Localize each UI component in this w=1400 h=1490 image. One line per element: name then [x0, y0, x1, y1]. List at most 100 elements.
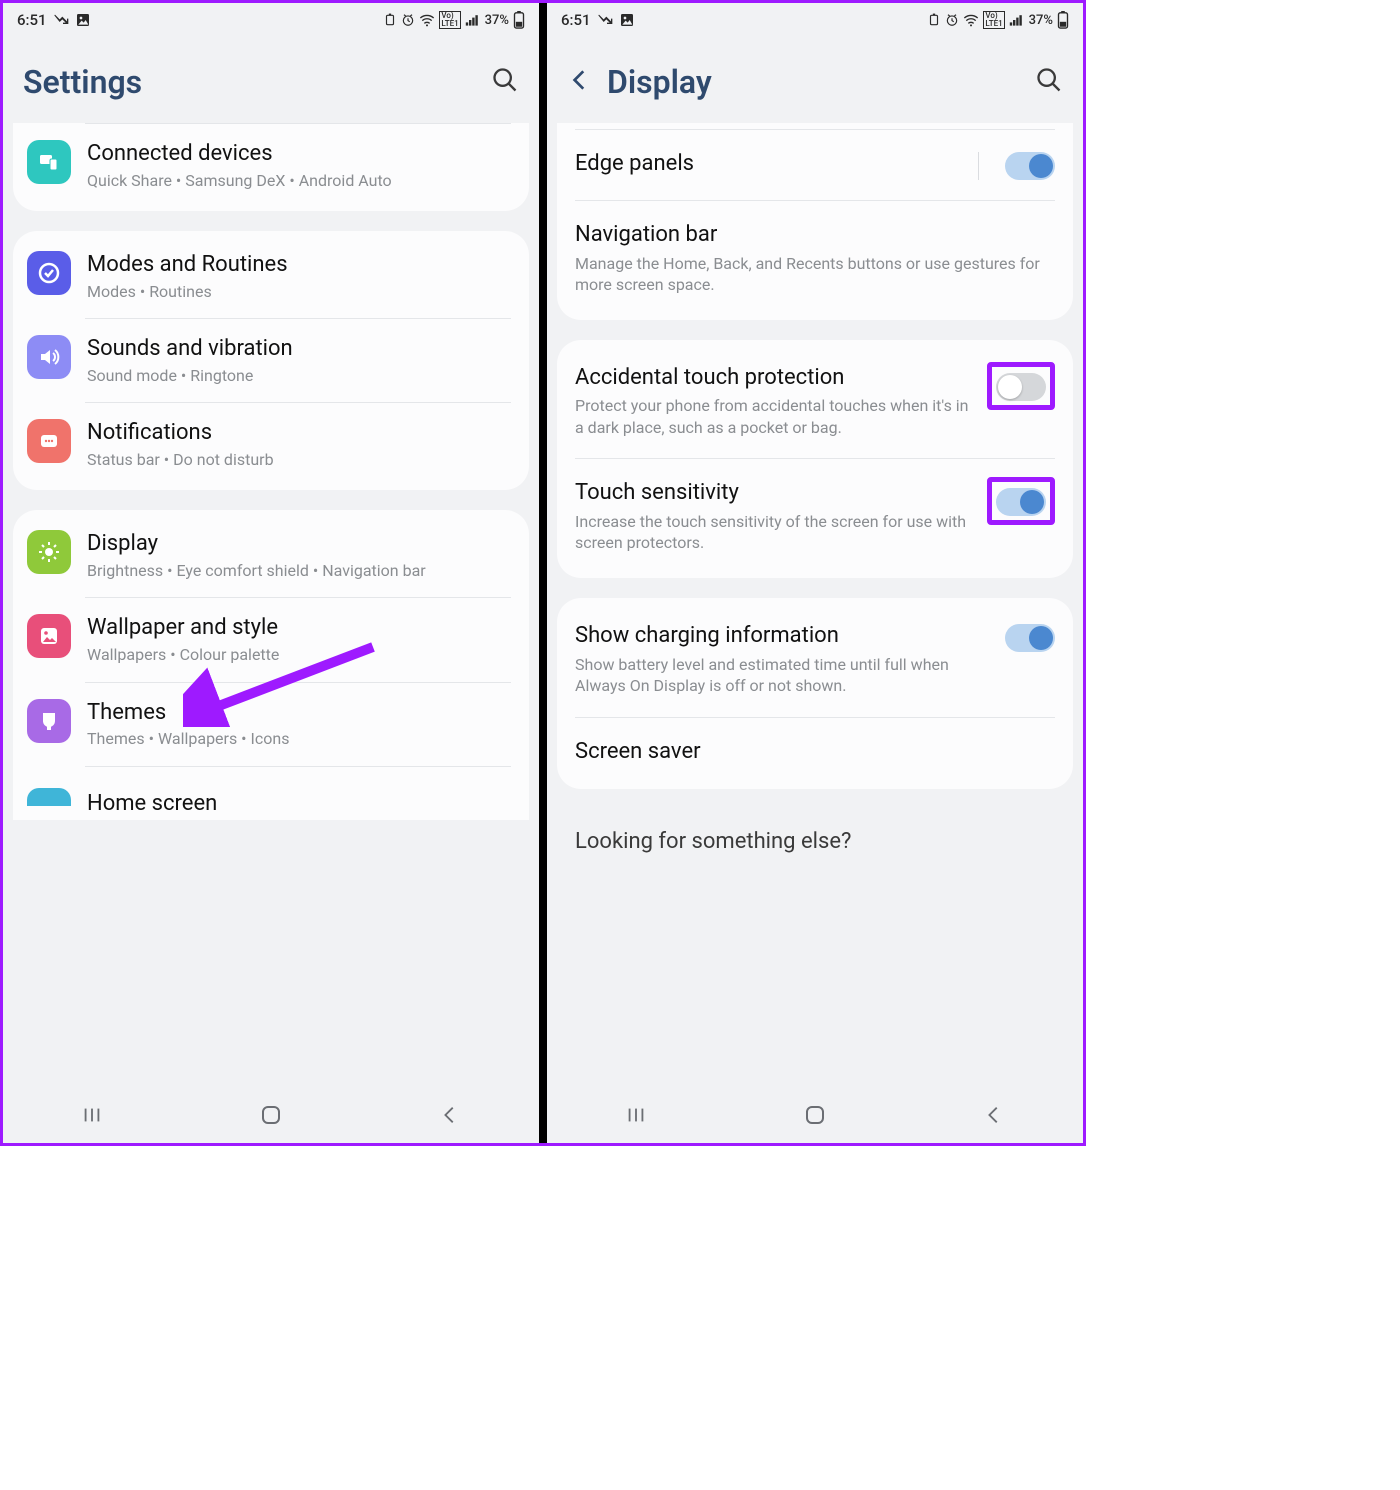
settings-item-sub: Modes • Routines — [87, 281, 511, 303]
toggle-touch-sensitivity[interactable] — [996, 488, 1046, 516]
toggle-charging-info[interactable] — [1005, 624, 1055, 652]
settings-item-sub: Show battery level and estimated time un… — [575, 654, 991, 697]
settings-item-title: Themes — [87, 699, 511, 727]
settings-item-title: Touch sensitivity — [575, 479, 973, 507]
alarm-icon — [927, 13, 941, 27]
missed-call-icon — [53, 12, 69, 28]
settings-group: Edge panels Navigation bar Manage the Ho… — [557, 123, 1073, 320]
volume-icon — [27, 335, 71, 379]
settings-item-title: Connected devices — [87, 140, 511, 168]
settings-item-navigation-bar[interactable]: Navigation bar Manage the Home, Back, an… — [557, 201, 1073, 316]
settings-item-wallpaper[interactable]: Wallpaper and style Wallpapers • Colour … — [13, 598, 529, 681]
settings-item-edge-panels[interactable]: Edge panels — [557, 130, 1073, 200]
status-time: 6:51 — [561, 11, 591, 29]
settings-item-sub: Status bar • Do not disturb — [87, 449, 511, 471]
settings-item-notifications[interactable]: Notifications Status bar • Do not distur… — [13, 403, 529, 486]
clock-icon — [945, 13, 959, 27]
bell-icon — [27, 419, 71, 463]
image-icon — [75, 12, 91, 28]
settings-group: Display Brightness • Eye comfort shield … — [13, 510, 529, 819]
toggle-accidental-touch[interactable] — [996, 373, 1046, 401]
settings-item-sub: Increase the touch sensitivity of the sc… — [575, 511, 973, 554]
volte-icon: Vo)LTE1 — [983, 11, 1004, 29]
navigation-bar — [3, 1087, 539, 1143]
home-button[interactable] — [795, 1103, 835, 1127]
settings-item-title: Accidental touch protection — [575, 364, 973, 392]
settings-item-sub: Wallpapers • Colour palette — [87, 644, 511, 666]
settings-item-modes[interactable]: Modes and Routines Modes • Routines — [13, 235, 529, 318]
settings-item-title: Sounds and vibration — [87, 335, 511, 363]
status-time: 6:51 — [17, 11, 47, 29]
missed-call-icon — [597, 12, 613, 28]
sun-icon — [27, 530, 71, 574]
alarm-icon — [383, 13, 397, 27]
status-bar: 6:51 Vo)LTE1 37% — [3, 3, 539, 35]
search-button[interactable] — [1035, 66, 1063, 98]
toggle-separator — [978, 152, 979, 180]
settings-item-sub: Quick Share • Samsung DeX • Android Auto — [87, 170, 511, 192]
back-button[interactable] — [430, 1104, 470, 1126]
settings-item-title: Display — [87, 530, 511, 558]
settings-item-title: Notifications — [87, 419, 511, 447]
signal-icon — [1009, 13, 1025, 27]
settings-item-screen-saver[interactable]: Screen saver — [557, 718, 1073, 786]
battery-icon — [1057, 11, 1069, 29]
header: Settings — [3, 35, 539, 123]
battery-text: 37% — [485, 13, 509, 28]
settings-item-charging-info[interactable]: Show charging information Show battery l… — [557, 602, 1073, 717]
search-button[interactable] — [491, 66, 519, 98]
annotation-highlight — [987, 477, 1055, 525]
annotation-highlight — [987, 362, 1055, 410]
settings-item-themes[interactable]: Themes Themes • Wallpapers • Icons — [13, 683, 529, 766]
recents-button[interactable] — [616, 1104, 656, 1126]
recents-button[interactable] — [72, 1104, 112, 1126]
settings-item-sounds[interactable]: Sounds and vibration Sound mode • Ringto… — [13, 319, 529, 402]
clock-icon — [401, 13, 415, 27]
back-button[interactable] — [567, 67, 593, 97]
settings-item-sub: Protect your phone from accidental touch… — [575, 395, 973, 438]
battery-icon — [513, 11, 525, 29]
page-title: Settings — [23, 63, 491, 101]
settings-item-accidental-touch[interactable]: Accidental touch protection Protect your… — [557, 344, 1073, 459]
settings-list[interactable]: Connected devices Quick Share • Samsung … — [3, 123, 539, 1087]
settings-item-connected-devices[interactable]: Connected devices Quick Share • Samsung … — [13, 124, 529, 207]
wifi-icon — [963, 13, 979, 27]
settings-group: Modes and Routines Modes • Routines Soun… — [13, 231, 529, 490]
settings-item-sub: Manage the Home, Back, and Recents butto… — [575, 253, 1055, 296]
display-settings-screen: 6:51 Vo)LTE1 37% Display — [543, 3, 1083, 1143]
settings-group: Accidental touch protection Protect your… — [557, 340, 1073, 578]
settings-group: Connected devices Quick Share • Samsung … — [13, 123, 529, 211]
display-settings-list[interactable]: Edge panels Navigation bar Manage the Ho… — [547, 123, 1083, 1087]
toggle-edge-panels[interactable] — [1005, 152, 1055, 180]
image-icon — [619, 12, 635, 28]
header: Display — [547, 35, 1083, 123]
check-circle-icon — [27, 251, 71, 295]
settings-item-home-screen[interactable]: Home screen — [71, 779, 235, 816]
home-button[interactable] — [251, 1103, 291, 1127]
settings-item-title: Modes and Routines — [87, 251, 511, 279]
page-title: Display — [607, 63, 1035, 101]
battery-text: 37% — [1029, 13, 1053, 28]
settings-item-title: Navigation bar — [575, 221, 1055, 249]
settings-group: Show charging information Show battery l… — [557, 598, 1073, 789]
settings-item-title: Show charging information — [575, 622, 991, 650]
settings-item-title: Edge panels — [575, 150, 964, 178]
brush-icon — [27, 699, 71, 743]
settings-item-title: Screen saver — [575, 738, 1055, 766]
signal-icon — [465, 13, 481, 27]
settings-item-touch-sensitivity[interactable]: Touch sensitivity Increase the touch sen… — [557, 459, 1073, 574]
settings-screen: 6:51 Vo)LTE1 37% Settings — [3, 3, 543, 1143]
navigation-bar — [547, 1087, 1083, 1143]
image-icon — [27, 614, 71, 658]
status-bar: 6:51 Vo)LTE1 37% — [547, 3, 1083, 35]
volte-icon: Vo)LTE1 — [439, 11, 460, 29]
settings-item-title: Wallpaper and style — [87, 614, 511, 642]
devices-icon — [27, 140, 71, 184]
looking-for-text: Looking for something else? — [557, 809, 1073, 854]
wifi-icon — [419, 13, 435, 27]
settings-item-sub: Sound mode • Ringtone — [87, 365, 511, 387]
settings-item-sub: Themes • Wallpapers • Icons — [87, 728, 511, 750]
back-button[interactable] — [974, 1104, 1014, 1126]
settings-item-display[interactable]: Display Brightness • Eye comfort shield … — [13, 514, 529, 597]
settings-item-sub: Brightness • Eye comfort shield • Naviga… — [87, 560, 511, 582]
